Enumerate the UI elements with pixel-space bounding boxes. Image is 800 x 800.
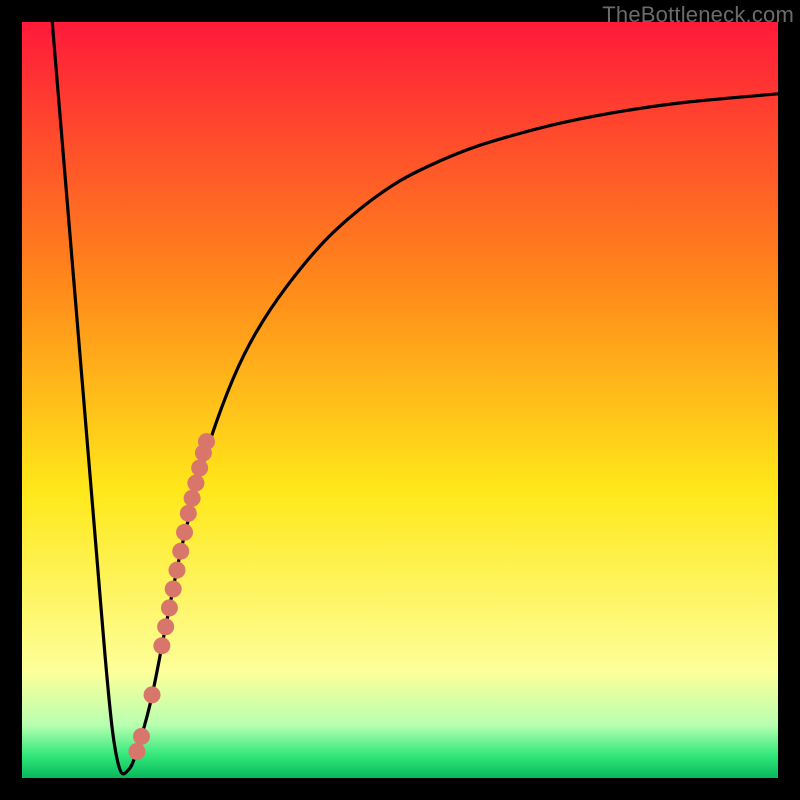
- data-dot: [128, 743, 145, 760]
- data-dot: [133, 728, 150, 745]
- data-dot: [157, 618, 174, 635]
- data-dot: [198, 433, 215, 450]
- watermark-text: TheBottleneck.com: [602, 2, 794, 28]
- data-dot: [153, 637, 170, 654]
- data-dot: [184, 490, 201, 507]
- data-dot: [187, 475, 204, 492]
- chart-frame: TheBottleneck.com: [0, 0, 800, 800]
- data-dot: [161, 599, 178, 616]
- data-dot: [191, 460, 208, 477]
- chart-svg: [22, 22, 778, 778]
- data-dot: [176, 524, 193, 541]
- data-dot: [180, 505, 197, 522]
- data-dot: [144, 686, 161, 703]
- data-dot: [165, 581, 182, 598]
- gradient-background: [22, 22, 778, 778]
- data-dot: [168, 562, 185, 579]
- plot-area: [22, 22, 778, 778]
- data-dot: [172, 543, 189, 560]
